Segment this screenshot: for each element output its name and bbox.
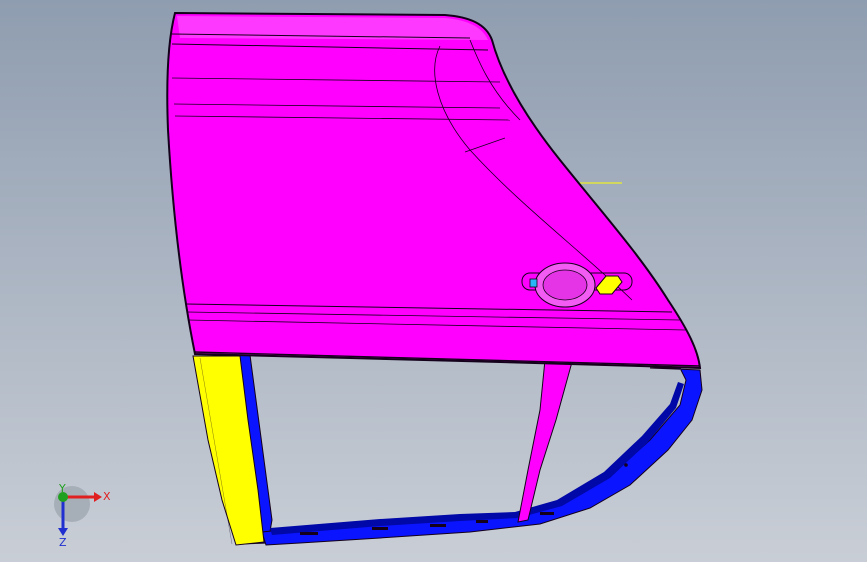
x-axis-arrowhead (94, 492, 102, 502)
cad-3d-viewport[interactable]: X Y Z (0, 0, 867, 562)
cad-model-scene[interactable] (0, 0, 867, 562)
sill-slot (540, 512, 554, 515)
frame-hole (624, 463, 628, 467)
sill-slot (430, 524, 446, 527)
y-axis-label: Y (58, 482, 66, 495)
handle-marker-icon (529, 278, 538, 288)
x-axis-label: X (103, 490, 111, 503)
z-axis-arrowhead (58, 528, 68, 536)
handle-bowl-inner (542, 269, 588, 301)
z-axis-label: Z (59, 536, 67, 548)
sill-slot (372, 527, 388, 530)
sill-slot (300, 532, 318, 535)
sill-slot (476, 520, 488, 523)
coordinate-triad: X Y Z (54, 482, 111, 548)
